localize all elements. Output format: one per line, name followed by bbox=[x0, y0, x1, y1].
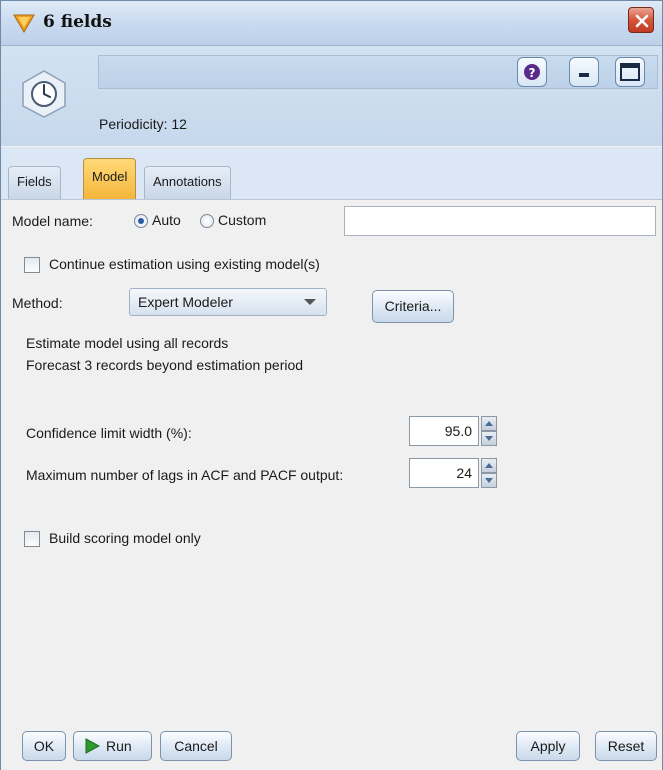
tab-bar: Fields Model Annotations bbox=[1, 147, 662, 200]
minimize-icon bbox=[579, 73, 589, 77]
spin-up-icon[interactable] bbox=[481, 416, 497, 431]
button-bar: OK Run Cancel Apply Reset bbox=[1, 717, 662, 770]
spin-down-icon[interactable] bbox=[481, 473, 497, 488]
build-scoring-model-checkbox[interactable] bbox=[24, 531, 40, 547]
auto-radio-label[interactable]: Auto bbox=[152, 212, 181, 228]
method-label: Method: bbox=[12, 295, 63, 311]
run-button-label: Run bbox=[106, 738, 132, 754]
auto-radio[interactable] bbox=[134, 214, 148, 228]
maximize-button[interactable] bbox=[615, 57, 645, 87]
custom-radio[interactable] bbox=[200, 214, 214, 228]
close-button[interactable] bbox=[628, 7, 654, 33]
max-lags-input[interactable]: 24 bbox=[409, 458, 479, 488]
spin-down-icon[interactable] bbox=[481, 431, 497, 446]
tab-model[interactable]: Model bbox=[83, 158, 137, 199]
chevron-down-icon bbox=[304, 299, 316, 305]
build-scoring-model-label[interactable]: Build scoring model only bbox=[49, 530, 201, 546]
custom-model-name-input[interactable] bbox=[344, 206, 656, 236]
svg-text:?: ? bbox=[529, 66, 536, 80]
continue-estimation-label[interactable]: Continue estimation using existing model… bbox=[49, 256, 320, 272]
clock-node-icon bbox=[22, 70, 66, 118]
model-name-label: Model name: bbox=[12, 213, 93, 229]
info-forecast-text: Forecast 3 records beyond estimation per… bbox=[26, 357, 304, 373]
confidence-limit-spinner[interactable] bbox=[481, 416, 497, 446]
reset-button[interactable]: Reset bbox=[595, 731, 657, 761]
time-series-node-icon bbox=[13, 14, 35, 33]
minimize-button[interactable] bbox=[569, 57, 599, 87]
tab-annotations[interactable]: Annotations bbox=[144, 166, 231, 199]
close-icon bbox=[635, 14, 649, 28]
info-estimate-text: Estimate model using all records bbox=[26, 335, 229, 351]
node-header: ? Periodicity: 12 bbox=[1, 46, 662, 146]
criteria-button[interactable]: Criteria... bbox=[372, 290, 454, 323]
help-icon: ? bbox=[524, 64, 540, 80]
method-dropdown-value: Expert Modeler bbox=[138, 294, 233, 310]
apply-button[interactable]: Apply bbox=[516, 731, 580, 761]
title-bar[interactable]: 6 fields bbox=[1, 1, 662, 46]
run-button[interactable]: Run bbox=[73, 731, 152, 761]
confidence-limit-label: Confidence limit width (%): bbox=[26, 425, 192, 441]
custom-radio-label[interactable]: Custom bbox=[218, 212, 266, 228]
help-button[interactable]: ? bbox=[517, 57, 547, 87]
spin-up-icon[interactable] bbox=[481, 458, 497, 473]
window-title: 6 fields bbox=[43, 12, 112, 32]
maximize-icon bbox=[620, 63, 640, 81]
continue-estimation-checkbox[interactable] bbox=[24, 257, 40, 273]
method-dropdown[interactable]: Expert Modeler bbox=[129, 288, 327, 316]
cancel-button[interactable]: Cancel bbox=[160, 731, 232, 761]
ok-button[interactable]: OK bbox=[22, 731, 66, 761]
dialog-window: 6 fields ? Periodicity: 12 Fields Model … bbox=[0, 0, 663, 770]
confidence-limit-input[interactable]: 95.0 bbox=[409, 416, 479, 446]
play-icon bbox=[85, 738, 100, 754]
tab-fields[interactable]: Fields bbox=[8, 166, 61, 199]
periodicity-text: Periodicity: 12 bbox=[99, 116, 187, 132]
max-lags-spinner[interactable] bbox=[481, 458, 497, 488]
max-lags-label: Maximum number of lags in ACF and PACF o… bbox=[26, 467, 344, 483]
